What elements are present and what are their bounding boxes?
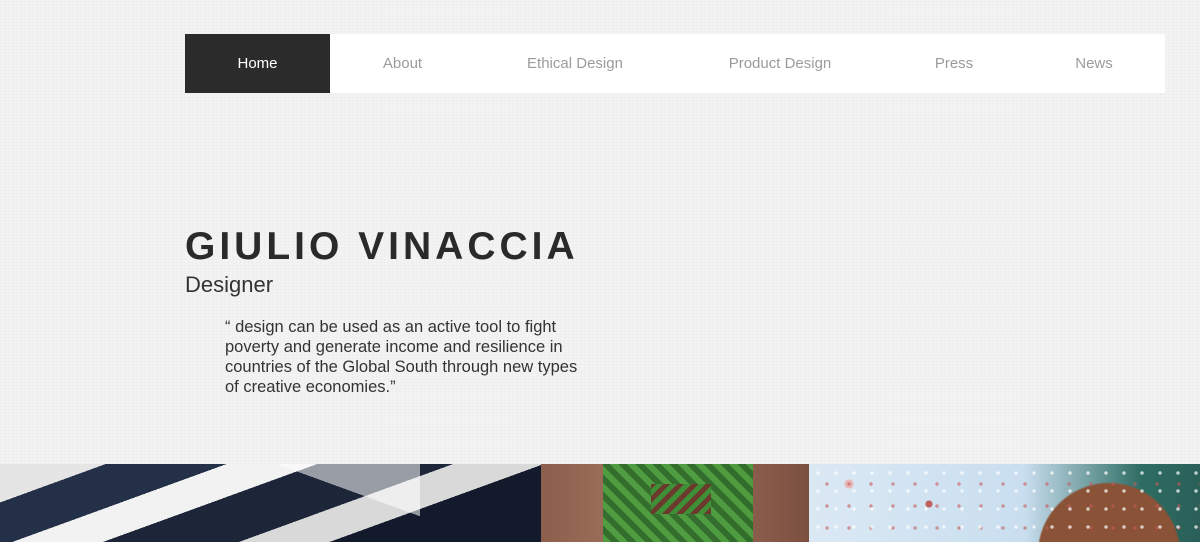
main-nav: Home About Ethical Design Product Design… — [185, 34, 1165, 93]
image-gallery-strip — [0, 464, 1200, 542]
nav-item-home[interactable]: Home — [185, 34, 330, 93]
nav-item-press[interactable]: Press — [885, 34, 1023, 93]
nav-item-ethical-design[interactable]: Ethical Design — [475, 34, 675, 93]
site-title: GIULIO VINACCIA — [185, 225, 579, 268]
nav-item-product-design[interactable]: Product Design — [675, 34, 885, 93]
site-subtitle: Designer — [185, 272, 274, 297]
gallery-image-woven-basket[interactable] — [541, 464, 809, 542]
nav-item-news[interactable]: News — [1023, 34, 1165, 93]
gallery-image-floral-textile[interactable] — [809, 464, 1200, 542]
nav-item-about[interactable]: About — [330, 34, 475, 93]
gallery-image-fabric[interactable] — [0, 464, 541, 542]
hero-quote: “ design can be used as an active tool t… — [225, 318, 578, 396]
